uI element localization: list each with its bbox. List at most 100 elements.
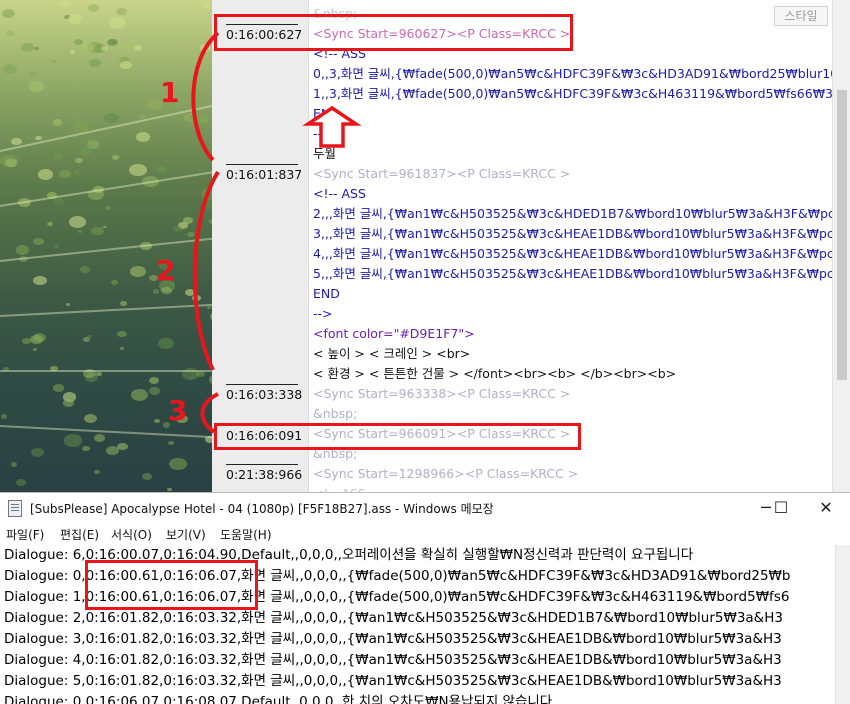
window-title: [SubsPlease] Apocalypse Hotel - 04 (1080… [30,500,494,517]
dialogue-line: Dialogue: 6,0:16:00.07,0:16:04.90,Defaul… [4,545,693,566]
cable-decoration [0,370,212,372]
cable-decoration [0,235,212,262]
foliage-decoration [69,216,86,228]
foliage-decoration [157,166,167,173]
dialogue-line: Dialogue: 5,0:16:01.82,0:16:03.32,화면 글씨,… [4,671,782,692]
foliage-decoration [3,64,17,74]
foliage-decoration [16,245,29,254]
foliage-decoration [75,113,80,116]
cable-decoration [0,302,212,317]
foliage-decoration [173,226,181,232]
foliage-decoration [203,3,211,8]
menu-view[interactable]: 보기(V) [166,526,206,543]
foliage-decoration [59,170,71,178]
foliage-decoration [104,113,118,123]
foliage-decoration [68,14,82,24]
menu-format[interactable]: 서식(O) [111,526,152,543]
foliage-decoration [112,155,119,160]
foliage-decoration [158,259,174,270]
close-button[interactable]: ✕ [806,497,846,519]
editor-scrollbar[interactable] [832,0,850,492]
sync-timecode[interactable]: 0:21:38:966 [226,464,298,482]
code-line: 3,,,화면 글씨,{₩an1₩c&H503525&₩3c&HEAE1DB&₩b… [313,224,833,244]
foliage-decoration [130,266,145,277]
foliage-decoration [117,331,127,338]
style-button[interactable]: 스타일 [774,6,828,26]
foliage-decoration [47,222,53,226]
foliage-decoration [153,289,159,293]
code-line: < 환경 > < 튼튼한 건물 > </font><br><b> </b><br… [313,364,676,384]
editor-scrollbar-thumb[interactable] [837,90,847,380]
foliage-decoration [33,238,43,245]
sync-timecode[interactable]: 0:16:06:091 [226,425,298,443]
code-line: <Sync Start=963338><P Class=KRCC > [313,384,570,404]
foliage-decoration [16,479,26,486]
foliage-decoration [30,72,35,76]
foliage-decoration [22,338,31,344]
foliage-decoration [134,45,143,51]
foliage-decoration [200,44,211,52]
code-line: <!-- ASS [313,44,366,64]
code-line: < 높이 > < 크레인 > <br> [313,344,470,364]
menu-bar: 파일(F) 편집(E) 서식(O) 보기(V) 도움말(H) [0,523,850,545]
code-line: 두월 [313,144,336,164]
foliage-decoration [52,60,56,63]
foliage-decoration [149,387,160,395]
foliage-decoration [201,188,212,199]
code-line: &nbsp; [313,404,357,424]
foliage-decoration [53,119,62,125]
foliage-decoration [117,443,127,450]
cable-decoration [0,100,212,152]
foliage-decoration [78,230,83,233]
dialogue-line: Dialogue: 0,0:16:06.07,0:16:08.07,Defaul… [4,692,552,704]
foliage-decoration [189,113,207,125]
foliage-decoration [84,414,97,423]
notepad-file-icon [8,500,22,517]
notepad-scrollbar[interactable] [835,545,850,704]
code-line: END [313,104,340,124]
foliage-decoration [147,99,162,109]
foliage-decoration [66,303,70,306]
code-line: <Sync Start=966091><P Class=KRCC > [313,424,570,444]
dialogue-line: Dialogue: 0,0:16:00.61,0:16:06.07,화면 글씨,… [4,566,790,587]
foliage-decoration [11,138,22,146]
maximize-button[interactable]: ☐ [761,497,801,519]
code-line: 0,,3,화면 글씨,{₩fade(500,0)₩an5₩c&HDFC39F&₩… [313,64,833,84]
code-line: 4,,,화면 글씨,{₩an1₩c&H503525&₩3c&HEAE1DB&₩b… [313,244,833,264]
notepad-text-area[interactable]: Dialogue: 6,0:16:00.07,0:16:04.90,Defaul… [0,545,838,704]
foliage-decoration [21,43,34,52]
foliage-decoration [6,30,15,36]
sync-timecode[interactable]: 0:16:01:837 [226,164,298,182]
source-code-view[interactable]: &nbsp; <Sync Start=960627><P Class=KRCC >… [309,0,833,492]
foliage-decoration [88,4,99,11]
foliage-decoration [8,40,14,44]
foliage-decoration [131,389,148,401]
foliage-decoration [33,348,37,351]
dialogue-line: Dialogue: 3,0:16:01.82,0:16:03.32,화면 글씨,… [4,629,782,650]
foliage-decoration [70,50,76,54]
menu-file[interactable]: 파일(F) [6,526,44,543]
foliage-decoration [167,488,172,491]
foliage-decoration [116,8,126,15]
notepad-titlebar[interactable]: [SubsPlease] Apocalypse Hotel - 04 (1080… [0,493,850,523]
code-line: <Sync Start=961837><P Class=KRCC > [313,164,570,184]
foliage-decoration [80,266,90,273]
foliage-decoration [35,136,41,140]
code-line: 5,,,화면 글씨,{₩an1₩c&H503525&₩3c&HEAE1DB&₩b… [313,264,833,284]
menu-help[interactable]: 도움말(H) [220,526,272,543]
foliage-decoration [149,275,158,281]
sync-timecode-column: 0:16:00:627 0:16:01:837 0:16:03:338 0:16… [212,0,309,492]
dialogue-line: Dialogue: 1,0:16:00.61,0:16:06.07,화면 글씨,… [4,587,789,608]
foliage-decoration [81,43,94,52]
foliage-decoration [101,46,109,51]
cable-decoration [0,167,212,207]
foliage-decoration [129,164,146,176]
foliage-decoration [136,132,150,142]
foliage-decoration [183,217,193,224]
sync-timecode[interactable]: 0:16:00:627 [226,24,298,42]
sync-timecode[interactable]: 0:16:03:338 [226,384,298,402]
menu-edit[interactable]: 편집(E) [60,526,99,543]
foliage-decoration [108,39,117,45]
code-line: <Sync Start=960627><P Class=KRCC > [313,24,570,44]
foliage-decoration [120,347,124,350]
